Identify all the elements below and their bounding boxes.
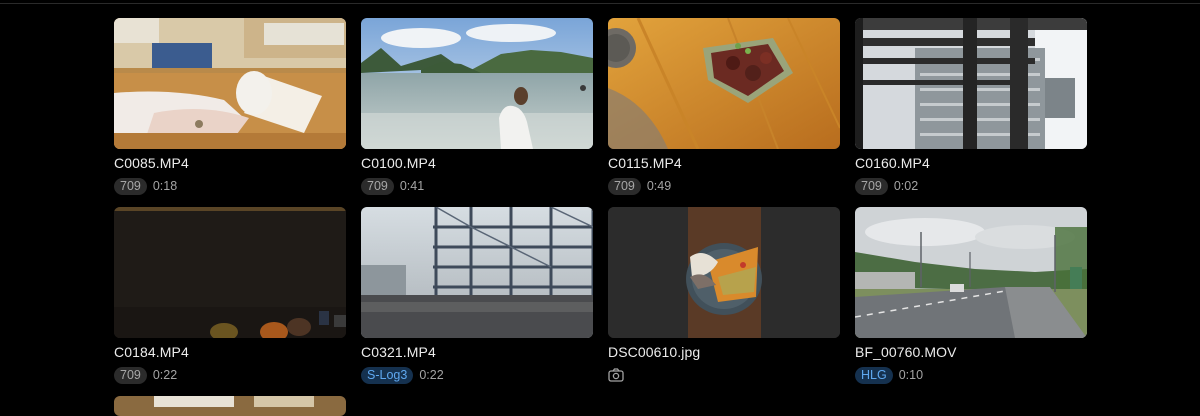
media-card[interactable]: C0100.MP4 709 0:41 [361,18,593,207]
color-profile-badge: 709 [361,177,394,195]
media-card[interactable]: BF_00760.MOV HLG 0:10 [855,207,1087,396]
file-name: C0160.MP4 [855,155,930,171]
thumbnail[interactable] [361,18,593,149]
file-name: C0085.MP4 [114,155,189,171]
file-name: DSC00610.jpg [608,344,701,360]
file-meta: 709 0:49 [608,177,840,195]
media-card[interactable]: C0115.MP4 709 0:49 [608,18,840,207]
camera-icon [608,368,624,382]
media-card[interactable]: C0184.MP4 709 0:22 [114,207,346,396]
color-profile-badge: 709 [608,177,641,195]
file-meta [608,366,840,384]
file-meta: 709 0:18 [114,177,346,195]
file-name: C0321.MP4 [361,344,436,360]
duration: 0:41 [399,179,425,193]
thumbnail[interactable] [608,18,840,149]
media-grid: C0085.MP4 709 0:18 C0100.MP4 709 0:41 C0… [114,18,1087,396]
file-meta: S-Log3 0:22 [361,366,593,384]
thumbnail[interactable] [855,207,1087,338]
media-card[interactable]: DSC00610.jpg [608,207,840,396]
media-card[interactable]: C0321.MP4 S-Log3 0:22 [361,207,593,396]
color-profile-badge: 709 [855,177,888,195]
duration: 0:02 [893,179,919,193]
file-name: C0100.MP4 [361,155,436,171]
next-row-thumbnail[interactable] [114,396,346,416]
file-meta: 709 0:02 [855,177,1087,195]
file-meta: 709 0:22 [114,366,346,384]
media-card[interactable]: C0085.MP4 709 0:18 [114,18,346,207]
file-name: C0115.MP4 [608,155,682,171]
top-divider [0,3,1200,4]
color-profile-badge: 709 [114,366,147,384]
thumbnail[interactable] [114,18,346,149]
thumbnail[interactable] [608,207,840,338]
media-card[interactable]: C0160.MP4 709 0:02 [855,18,1087,207]
file-meta: 709 0:41 [361,177,593,195]
file-meta: HLG 0:10 [855,366,1087,384]
file-name: BF_00760.MOV [855,344,957,360]
duration: 0:18 [152,179,178,193]
thumbnail[interactable] [361,207,593,338]
duration: 0:10 [898,368,924,382]
color-profile-badge: S-Log3 [361,366,414,384]
file-name: C0184.MP4 [114,344,189,360]
color-profile-badge: HLG [855,366,893,384]
duration: 0:49 [646,179,672,193]
thumbnail[interactable] [855,18,1087,149]
color-profile-badge: 709 [114,177,147,195]
duration: 0:22 [419,368,444,382]
duration: 0:22 [152,368,178,382]
thumbnail[interactable] [114,207,346,338]
